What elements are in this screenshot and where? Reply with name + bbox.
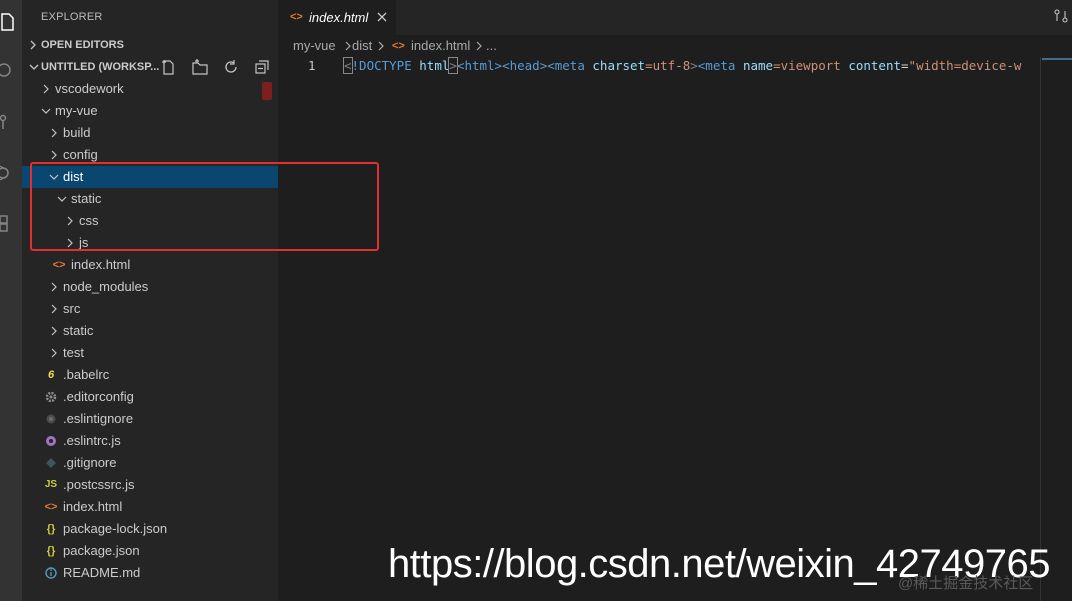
watermark-site: @稀土掘金技术社区 (898, 575, 1034, 592)
explorer-actions (151, 56, 272, 78)
breadcrumb-index-html[interactable]: index.html (411, 35, 470, 57)
tree-item[interactable]: .editorconfig (22, 386, 278, 408)
html-file-icon: <> (392, 40, 405, 52)
tree-item-label: build (63, 125, 91, 140)
tree-item-label: .editorconfig (63, 389, 134, 404)
tab-bar: <> index.html (278, 0, 1072, 35)
tree-item-label: .gitignore (63, 455, 117, 470)
minimap[interactable] (1042, 58, 1072, 60)
tab-label: index.html (309, 10, 369, 25)
close-icon[interactable] (376, 0, 388, 35)
breadcrumb-more[interactable]: ... (486, 35, 497, 57)
tree-item[interactable]: test (22, 342, 278, 364)
js-file-icon: JS (44, 479, 58, 490)
tree-item-label: .eslintignore (63, 411, 134, 426)
tree-item-label: index.html (71, 257, 131, 272)
tree-item[interactable]: {} package-lock.json (22, 518, 278, 540)
chevron-down-icon (40, 100, 52, 122)
files-icon[interactable] (0, 10, 22, 34)
tree-item[interactable]: vscodework (22, 78, 278, 100)
activity-bar (0, 0, 22, 601)
tree-item-label: vscodework (55, 81, 124, 96)
tree-item-label: src (63, 301, 81, 316)
open-editors-label: OPEN EDITORS (41, 39, 124, 51)
html-file-icon: <> (44, 501, 58, 513)
breadcrumb-dist[interactable]: dist (352, 35, 372, 57)
tree-item-label: node_modules (63, 279, 149, 294)
chevron-right-icon (28, 34, 40, 56)
source-control-icon[interactable] (0, 110, 22, 134)
chevron-right-icon (48, 298, 60, 320)
tree-item-label: README.md (63, 565, 141, 580)
tree-item-label: .postcssrc.js (63, 477, 135, 492)
new-folder-icon[interactable] (190, 56, 210, 78)
babel-file-icon: 6 (47, 369, 55, 381)
breadcrumb-my-vue[interactable]: my-vue (293, 35, 336, 57)
tree-item[interactable]: <> index.html (22, 496, 278, 518)
tree-item[interactable]: <> index.html (22, 254, 278, 276)
tree-item-label: .eslintrc.js (63, 433, 121, 448)
json-file-icon: {} (46, 545, 56, 557)
tree-item[interactable]: .eslintignore (22, 408, 278, 430)
tree-item-label: package.json (63, 543, 140, 558)
tree-item[interactable]: static (22, 320, 278, 342)
tree-item[interactable]: JS .postcssrc.js (22, 474, 278, 496)
tree-item[interactable]: src (22, 298, 278, 320)
tree-item[interactable]: .gitignore (22, 452, 278, 474)
open-editors-section[interactable]: OPEN EDITORS (22, 34, 278, 56)
debug-icon[interactable] (0, 160, 22, 184)
tree-item[interactable]: .eslintrc.js (22, 430, 278, 452)
tree-item[interactable]: {} package.json (22, 540, 278, 562)
git-icon (44, 452, 58, 474)
workspace-section[interactable]: UNTITLED (WORKSP... (22, 56, 278, 78)
tree-item[interactable]: build (22, 122, 278, 144)
html-file-icon: <> (52, 259, 66, 271)
new-file-icon[interactable] (159, 56, 179, 78)
vertical-ruler (1040, 57, 1041, 601)
chevron-right-icon (48, 276, 60, 298)
code-line-1[interactable]: 1 <!DOCTYPE html><html><head><meta chars… (278, 56, 1040, 75)
collapse-all-icon[interactable] (252, 56, 272, 78)
tree-item[interactable]: README.md (22, 562, 278, 584)
refresh-icon[interactable] (221, 56, 241, 78)
chevron-right-icon (48, 122, 60, 144)
tree-item-label: .babelrc (63, 367, 110, 382)
tree-item-label: my-vue (55, 103, 98, 118)
code-text[interactable]: <!DOCTYPE html><html><head><meta charset… (343, 56, 1021, 75)
tree-item-label: test (63, 345, 84, 360)
tree-item[interactable]: my-vue (22, 100, 278, 122)
eslint-icon (44, 430, 58, 452)
explorer-title: EXPLORER (41, 11, 103, 23)
chevron-down-icon (28, 56, 40, 78)
tree-item-label: static (63, 323, 94, 338)
extensions-icon[interactable] (0, 210, 22, 234)
compare-changes-icon[interactable] (1054, 9, 1068, 23)
workspace-label: UNTITLED (WORKSP... (41, 61, 160, 73)
tree-item-label: index.html (63, 499, 123, 514)
chevron-right-icon (48, 320, 60, 342)
search-icon[interactable] (0, 58, 22, 82)
tree-item[interactable]: node_modules (22, 276, 278, 298)
explorer-sidebar: EXPLORER OPEN EDITORS UNTITLED (WORKSP..… (22, 0, 278, 601)
tab-index-html[interactable]: <> index.html (278, 0, 396, 35)
info-icon (44, 562, 58, 584)
line-number: 1 (308, 58, 316, 73)
breadcrumb: my-vue dist <> index.html ... (278, 35, 1072, 57)
gear-icon (44, 386, 58, 408)
chevron-right-icon (40, 78, 52, 100)
highlight-annotation (30, 162, 379, 251)
chevron-right-icon (48, 342, 60, 364)
eslint-ignore-icon (44, 408, 58, 430)
html-file-icon: <> (290, 11, 303, 23)
json-file-icon: {} (46, 523, 56, 535)
tree-item-label: package-lock.json (63, 521, 168, 536)
tree-item[interactable]: 6 .babelrc (22, 364, 278, 386)
